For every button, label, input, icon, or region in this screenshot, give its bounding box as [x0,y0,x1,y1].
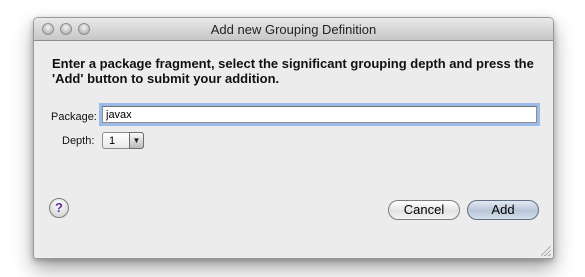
instruction-text: Enter a package fragment, select the sig… [52,56,534,86]
depth-value: 1 [109,135,116,147]
package-label: Package: [51,111,97,123]
cancel-button[interactable]: Cancel [388,200,460,220]
add-button[interactable]: Add [467,200,539,220]
help-button[interactable]: ? [49,198,69,218]
window-title: Add new Grouping Definition [210,22,377,37]
package-input[interactable] [102,106,537,123]
depth-label: Depth: [62,135,95,147]
resize-grip-icon[interactable] [541,246,551,256]
title-bar[interactable]: Add new Grouping Definition [34,18,553,41]
chevron-down-icon[interactable]: ▼ [129,132,144,149]
dialog-window: Add new Grouping Definition Enter a pack… [33,17,554,259]
depth-select[interactable]: 1 ▼ [102,132,144,149]
